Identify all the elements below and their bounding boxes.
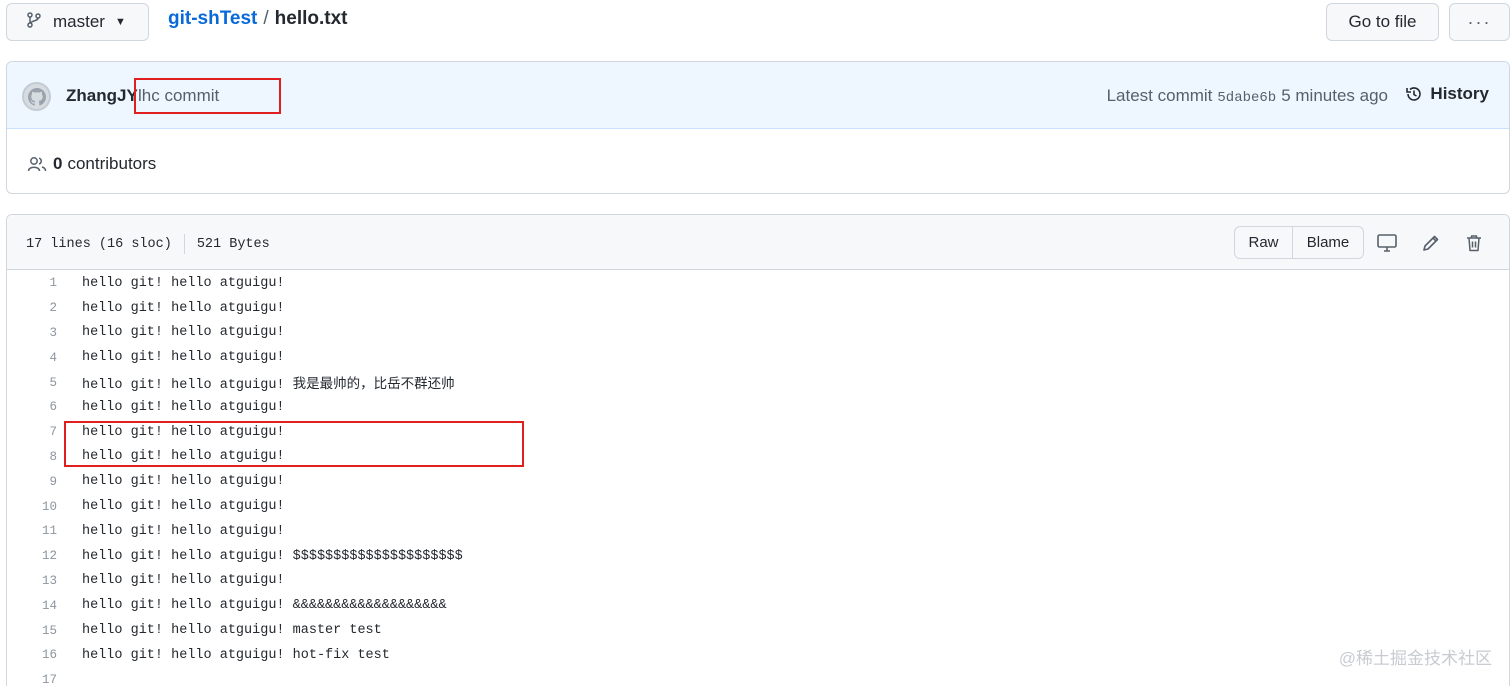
line-number[interactable]: 13 bbox=[7, 574, 57, 588]
line-content: hello git! hello atguigu! bbox=[82, 499, 285, 515]
line-number[interactable]: 10 bbox=[7, 500, 57, 514]
line-number[interactable]: 16 bbox=[7, 648, 57, 662]
line-number[interactable]: 4 bbox=[7, 351, 57, 365]
chevron-down-icon: ▼ bbox=[114, 16, 126, 28]
line-number[interactable]: 15 bbox=[7, 624, 57, 638]
commit-author[interactable]: ZhangJY bbox=[66, 86, 138, 106]
code-line: 12 hello git! hello atguigu! $$$$$$$$$$$$… bbox=[7, 544, 1509, 569]
line-content: hello git! hello atguigu! bbox=[82, 275, 285, 291]
file-size: 521 Bytes bbox=[196, 236, 270, 252]
line-content: hello git! hello atguigu! bbox=[82, 474, 285, 490]
line-content: hello git! hello atguigu! bbox=[82, 350, 285, 366]
contributors-count: 0 bbox=[53, 154, 63, 173]
file-header: 17 lines (16 sloc) 521 Bytes Raw Blame bbox=[7, 215, 1509, 270]
line-number[interactable]: 6 bbox=[7, 400, 57, 414]
file-name: hello.txt bbox=[274, 8, 348, 29]
line-number[interactable]: 9 bbox=[7, 475, 57, 489]
line-number[interactable]: 3 bbox=[7, 326, 57, 340]
code-line: 9 hello git! hello atguigu! bbox=[7, 469, 1509, 494]
line-content: hello git! hello atguigu! bbox=[82, 399, 285, 415]
repo-link[interactable]: git-shTest bbox=[168, 8, 257, 30]
divider bbox=[183, 234, 185, 254]
history-icon bbox=[1406, 87, 1422, 101]
line-number[interactable]: 17 bbox=[7, 673, 57, 686]
desktop-icon[interactable] bbox=[1375, 231, 1399, 255]
line-number[interactable]: 8 bbox=[7, 450, 57, 464]
highlight-box bbox=[134, 78, 281, 114]
raw-button[interactable]: Raw bbox=[1235, 227, 1293, 258]
line-number[interactable]: 1 bbox=[7, 276, 57, 290]
code-table: 1 hello git! hello atguigu! 2 hello git! h… bbox=[7, 271, 1509, 686]
code-line: 16 hello git! hello atguigu! hot-fix test bbox=[7, 643, 1509, 668]
code-line: 17 bbox=[7, 668, 1509, 686]
history-label: History bbox=[1430, 84, 1489, 103]
line-number[interactable]: 14 bbox=[7, 599, 57, 613]
branch-select-button[interactable]: master ▼ bbox=[6, 3, 149, 41]
breadcrumb-separator: / bbox=[263, 8, 269, 29]
latest-commit-info: Latest commit 5dabe6b 5 minutes ago bbox=[1107, 86, 1388, 106]
code-line: 2 hello git! hello atguigu! bbox=[7, 296, 1509, 321]
line-number[interactable]: 5 bbox=[7, 376, 57, 390]
line-number[interactable]: 12 bbox=[7, 549, 57, 563]
line-content: hello git! hello atguigu! bbox=[82, 300, 285, 316]
code-line: 14 hello git! hello atguigu! &&&&&&&&&&&&… bbox=[7, 593, 1509, 618]
trash-icon[interactable] bbox=[1462, 231, 1486, 255]
file-info: 17 lines (16 sloc) 521 Bytes bbox=[26, 234, 270, 254]
contributors[interactable]: 0 contributors bbox=[27, 154, 156, 174]
git-branch-icon bbox=[27, 11, 41, 33]
line-content: hello git! hello atguigu! bbox=[82, 573, 285, 589]
avatar[interactable] bbox=[22, 82, 51, 111]
contributors-label: contributors bbox=[67, 154, 157, 173]
commit-time: 5 minutes ago bbox=[1281, 86, 1388, 105]
blame-button[interactable]: Blame bbox=[1293, 227, 1363, 258]
line-content: hello git! hello atguigu! 我是最帅的，比岳不群还帅 bbox=[82, 378, 455, 394]
commit-sha[interactable]: 5dabe6b bbox=[1217, 90, 1276, 106]
code-line: 1 hello git! hello atguigu! bbox=[7, 271, 1509, 296]
line-content: hello git! hello atguigu! $$$$$$$$$$$$$$… bbox=[82, 548, 463, 564]
history-link[interactable]: History bbox=[1404, 84, 1489, 104]
branch-name: master bbox=[53, 12, 105, 31]
code-line: 6 hello git! hello atguigu! bbox=[7, 395, 1509, 420]
line-number[interactable]: 11 bbox=[7, 524, 57, 538]
code-line: 10 hello git! hello atguigu! bbox=[7, 494, 1509, 519]
code-line: 4 hello git! hello atguigu! bbox=[7, 345, 1509, 370]
line-content: hello git! hello atguigu! bbox=[82, 523, 285, 539]
line-number[interactable]: 2 bbox=[7, 301, 57, 315]
file-viewer: 17 lines (16 sloc) 521 Bytes Raw Blame 1… bbox=[6, 214, 1510, 686]
line-content: hello git! hello atguigu! master test bbox=[82, 623, 382, 639]
people-icon bbox=[27, 157, 47, 172]
highlight-box bbox=[64, 421, 524, 467]
breadcrumb: git-shTest / hello.txt bbox=[168, 8, 348, 30]
code-line: 5 hello git! hello atguigu! 我是最帅的，比岳不群还帅 bbox=[7, 370, 1509, 395]
more-options-button[interactable]: ··· bbox=[1449, 3, 1510, 41]
code-line: 3 hello git! hello atguigu! bbox=[7, 321, 1509, 346]
latest-commit-label: Latest commit bbox=[1106, 86, 1213, 105]
go-to-file-button[interactable]: Go to file bbox=[1326, 3, 1439, 41]
code-line: 11 hello git! hello atguigu! bbox=[7, 519, 1509, 544]
line-content: hello git! hello atguigu! &&&&&&&&&&&&&&… bbox=[82, 598, 447, 614]
commit-info-box: ZhangJY lhc commit Latest commit 5dabe6b… bbox=[6, 61, 1510, 194]
code-line: 13 hello git! hello atguigu! bbox=[7, 569, 1509, 594]
line-content: hello git! hello atguigu! hot-fix test bbox=[82, 647, 390, 663]
file-view-buttons: Raw Blame bbox=[1234, 226, 1364, 259]
pencil-icon[interactable] bbox=[1419, 231, 1443, 255]
line-count: 17 lines (16 sloc) bbox=[26, 236, 172, 252]
latest-commit-bar: ZhangJY lhc commit Latest commit 5dabe6b… bbox=[7, 62, 1509, 129]
line-content: hello git! hello atguigu! bbox=[82, 325, 285, 341]
line-number[interactable]: 7 bbox=[7, 425, 57, 439]
watermark: @稀土掘金技术社区 bbox=[1338, 649, 1492, 668]
code-line: 15 hello git! hello atguigu! master test bbox=[7, 618, 1509, 643]
